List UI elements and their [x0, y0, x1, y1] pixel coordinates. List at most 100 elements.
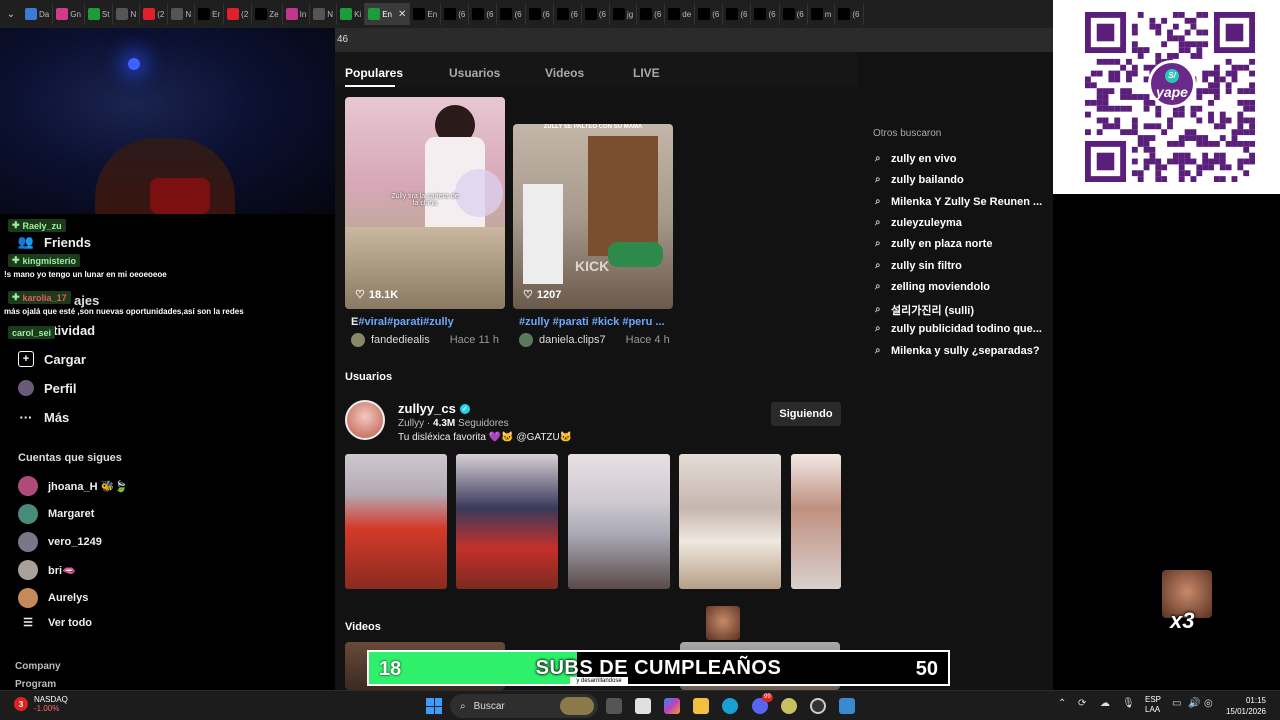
following-item[interactable]: ☰ Ver todo [18, 616, 92, 630]
browser-tab[interactable]: (6 [582, 3, 610, 25]
browser-tab[interactable]: Ze [252, 3, 283, 25]
suggested-search-item[interactable]: ⌕ 설리가진리 (sulli) [875, 302, 974, 318]
copilot-icon[interactable] [664, 698, 680, 714]
folder-icon[interactable] [693, 698, 709, 714]
browser-tab[interactable]: (6 [554, 3, 582, 25]
tab-favicon-icon [171, 8, 184, 20]
suggested-search-item[interactable]: ⌕ zully en plaza norte [875, 238, 992, 250]
suggested-search-item[interactable]: ⌕ zully en vivo [875, 153, 956, 165]
network-icon[interactable]: ◎ [1204, 698, 1213, 709]
edge-icon[interactable] [722, 698, 738, 714]
author-name[interactable]: daniela.clips7 [539, 334, 606, 346]
browser-tab[interactable]: Gn [53, 3, 85, 25]
windows-start-icon[interactable] [426, 698, 442, 714]
browser-tab[interactable]: In [283, 3, 311, 25]
address-bar[interactable]: 46 [335, 28, 1053, 52]
author-avatar[interactable] [351, 333, 365, 347]
browser-tab[interactable]: (6 [751, 3, 780, 25]
footer-link-company[interactable]: Company [15, 661, 61, 672]
browser-tab[interactable]: (6 [780, 3, 808, 25]
suggested-search-item[interactable]: ⌕ zully bailando [875, 174, 964, 186]
user-avatar[interactable] [345, 400, 385, 440]
browser-tab[interactable]: (6 [497, 3, 526, 25]
language-indicator[interactable]: ESP LAA [1145, 695, 1161, 715]
app-icon[interactable] [839, 698, 855, 714]
browser-tab[interactable]: (2 [224, 3, 253, 25]
suggested-search-item[interactable]: ⌕ zully publicidad todino que... [875, 323, 1042, 335]
suggested-search-item[interactable]: ⌕ Milenka y sully ¿separadas? [875, 345, 1040, 357]
browser-tab[interactable]: N [168, 3, 196, 25]
browser-tab[interactable]: (6 [526, 3, 554, 25]
sidebar-item-more[interactable]: ··· Más [18, 409, 70, 425]
browser-tab[interactable]: St [85, 3, 114, 25]
tab-live[interactable]: LIVE [633, 66, 660, 80]
suggested-search-item[interactable]: ⌕ Milenka Y Zully Se Reunen ... [875, 196, 1042, 208]
tab-videos[interactable]: Videos [545, 66, 584, 80]
suggested-search-text: zully publicidad todino que... [891, 323, 1042, 336]
browser-tab[interactable]: (6 [835, 3, 864, 25]
cloud-icon[interactable]: ☁ [1100, 698, 1110, 709]
user-video-thumbnail[interactable] [679, 454, 781, 589]
clock[interactable]: 01:15 15/01/2026 [1226, 695, 1266, 717]
browser-tab[interactable]: N [310, 3, 338, 25]
task-view-icon[interactable] [606, 698, 622, 714]
browser-tab[interactable]: jg [610, 3, 638, 25]
video-caption[interactable]: E#viral#parati#zully [351, 316, 454, 328]
obs-icon[interactable] [810, 698, 826, 714]
streamer-shirt [150, 178, 210, 214]
browser-tab[interactable]: (6 [695, 3, 724, 25]
suggested-search-item[interactable]: ⌕ zelling moviendolo [875, 281, 990, 293]
taskbar-search[interactable]: ⌕ Buscar [450, 694, 598, 718]
user-video-thumbnail[interactable] [345, 454, 447, 589]
tray-chevron-icon[interactable]: ⌃ [1058, 698, 1066, 709]
footer-link-program[interactable]: Program [15, 679, 56, 689]
following-button[interactable]: Siguiendo [771, 402, 841, 426]
browser-tab[interactable]: m [808, 3, 836, 25]
video-caption[interactable]: #zully #parati #kick #peru ... [519, 316, 665, 328]
browser-tab[interactable]: Ki [337, 3, 366, 25]
suggested-search-item[interactable]: ⌕ zuleyzuleyma [875, 217, 962, 229]
browser-tab[interactable]: (6 [723, 3, 752, 25]
following-item[interactable]: Margaret [18, 504, 94, 524]
following-item[interactable]: jhoana_H 🐝🍃 [18, 476, 128, 496]
sidebar-item-friends[interactable]: 👥 Friends [18, 234, 91, 250]
browser-tab[interactable]: (6 [441, 3, 470, 25]
author-avatar[interactable] [519, 333, 533, 347]
tab-populares[interactable]: Populares [345, 66, 403, 80]
sidebar-item-upload[interactable]: + Cargar [18, 351, 86, 367]
file-explorer-white-icon[interactable] [635, 698, 651, 714]
sidebar-item-profile[interactable]: Perfil [18, 380, 77, 396]
app-icon[interactable] [781, 698, 797, 714]
video-card[interactable]: Zully tira la cartera de la china ♡ 18.1K [345, 97, 505, 309]
suggested-search-item[interactable]: ⌕ zully sin filtro [875, 260, 962, 272]
following-item[interactable]: bri🫦 [18, 560, 76, 580]
tab-favicon-icon [368, 8, 381, 20]
following-item[interactable]: Aurelys [18, 588, 88, 608]
volume-icon[interactable]: 🔊 [1188, 698, 1200, 709]
user-video-thumbnail[interactable] [456, 454, 558, 589]
browser-tab[interactable]: En [410, 3, 442, 25]
tab-usuarios[interactable]: Usuarios [449, 66, 500, 80]
ticker-name: NASDAQ [34, 695, 68, 704]
user-result-row[interactable]: zullyy_cs ✓ Zullyy · 4.3M Seguidores Tu d… [345, 400, 841, 444]
stock-widget[interactable]: 3 NASDAQ -1.00% [14, 695, 68, 713]
browser-tab[interactable]: de [665, 3, 696, 25]
browser-tab[interactable]: Da [22, 3, 54, 25]
browser-tab[interactable]: En ✕ [365, 3, 411, 25]
following-item[interactable]: vero_1249 [18, 532, 102, 552]
author-name[interactable]: fandediealis [371, 334, 430, 346]
sync-icon[interactable]: ⟳ [1078, 698, 1086, 709]
browser-tab[interactable]: (6 [469, 3, 498, 25]
user-video-thumbnail[interactable] [568, 454, 670, 589]
close-tab-icon[interactable]: ✕ [398, 9, 406, 20]
browser-tab[interactable]: (2 [140, 3, 169, 25]
browser-tab[interactable]: N [113, 3, 141, 25]
user-video-thumbnail[interactable] [791, 454, 841, 589]
browser-tab[interactable]: Er [195, 3, 225, 25]
video-card[interactable]: ZULLY SE PALTEO CON SU MAMA KICK ♡ 1207 [513, 124, 673, 309]
display-icon[interactable]: ▭ [1172, 698, 1181, 709]
user-handle[interactable]: zullyy_cs ✓ [398, 401, 470, 416]
microphone-icon[interactable]: 🎙 [1122, 698, 1135, 709]
browser-tab[interactable]: (6 [637, 3, 666, 25]
tab-search-chevron-icon[interactable]: ⌄ [0, 0, 22, 28]
